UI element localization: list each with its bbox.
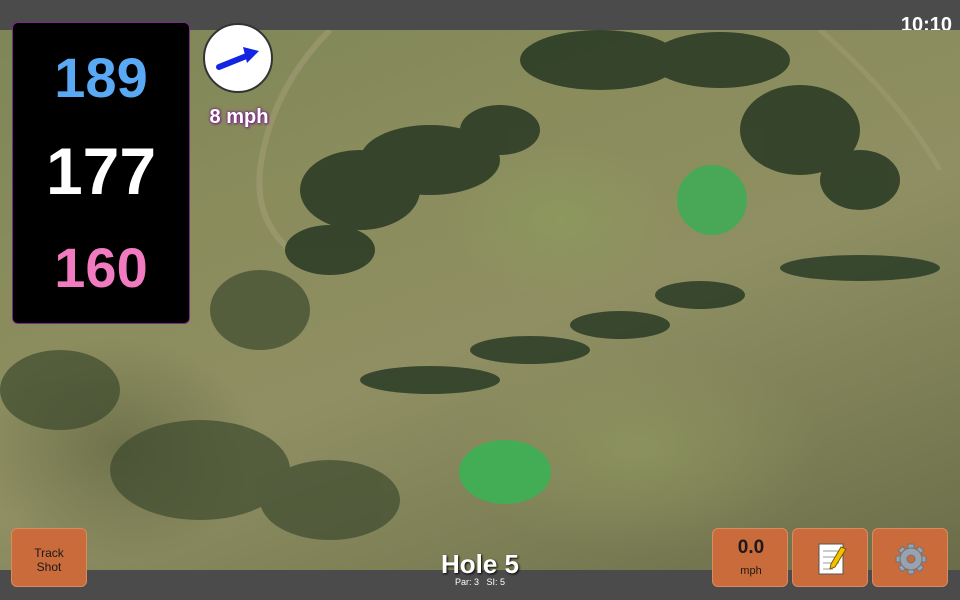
hole-info: Par: 3 SI: 5: [380, 577, 580, 587]
notepad-icon: [818, 543, 847, 575]
green-near[interactable]: [459, 440, 551, 504]
tree-line-top: [285, 30, 900, 275]
wind-indicator: [203, 23, 273, 93]
speed-value: 0.0: [737, 537, 765, 558]
arrow-icon: [216, 47, 259, 70]
speed-unit: mph: [740, 565, 762, 577]
track-shot-label-line1: Track: [34, 546, 64, 560]
settings-button[interactable]: [872, 528, 948, 587]
par-label: Par: 3: [454, 577, 479, 587]
notes-button[interactable]: [792, 528, 868, 587]
green-far[interactable]: [677, 165, 747, 235]
gear-icon: [895, 543, 927, 575]
track-shot-button[interactable]: Track Shot: [11, 528, 87, 587]
wind-speed-label: 8 mph: [209, 106, 269, 128]
hole-title: Hole 5: [440, 549, 520, 579]
tree-line-middle: [360, 255, 940, 394]
middle-distance: 177: [45, 134, 157, 208]
speed-button[interactable]: 0.0 mph: [712, 528, 788, 587]
stroke-index-label: SI: 5: [486, 577, 506, 587]
front-distance: 160: [54, 236, 148, 299]
back-distance: 189: [54, 46, 148, 109]
distance-panel: 189 177 160: [12, 22, 190, 324]
track-shot-label-line2: Shot: [36, 560, 62, 574]
